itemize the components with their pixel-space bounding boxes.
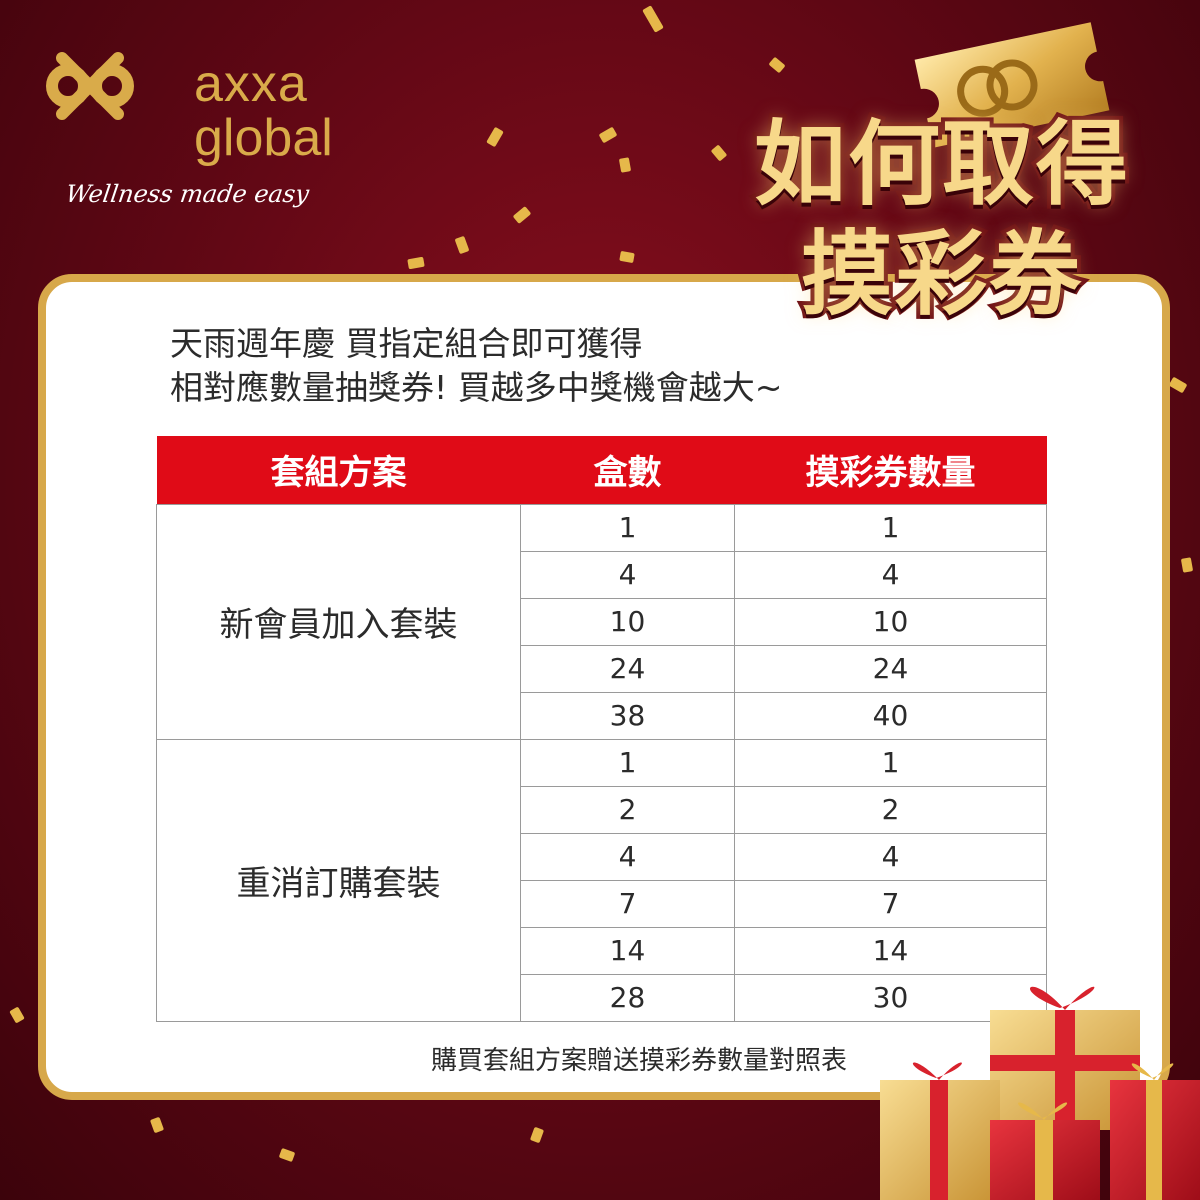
tickets-cell: 4 [734, 550, 1047, 599]
boxes-cell: 7 [520, 879, 735, 928]
tickets-cell: 1 [734, 503, 1047, 552]
table-row: 重消訂購套裝 1 1 [156, 738, 1047, 1022]
ticket-table: 套組方案 盒數 摸彩券數量 新會員加入套裝 1 1 4 4 10 10 24 2… [156, 436, 1047, 1022]
headline-line2: 摸彩券 [797, 217, 1085, 332]
boxes-cell: 1 [520, 503, 735, 552]
table-header-row: 套組方案 盒數 摸彩券數量 [156, 436, 1047, 504]
brand-name-line1: axxa [194, 55, 308, 113]
tickets-cell: 10 [734, 597, 1047, 646]
confetti [9, 1006, 25, 1024]
column-header-tickets: 摸彩券數量 [734, 436, 1047, 504]
tickets-cell: 7 [734, 879, 1047, 928]
confetti [407, 256, 425, 270]
group-name-reorder: 重消訂購套裝 [156, 738, 521, 1022]
confetti [278, 1147, 296, 1163]
brand-name-line2: global [194, 109, 333, 167]
confetti [642, 5, 664, 33]
intro-line1: 天雨週年慶 買指定組合即可獲得 [170, 324, 643, 363]
intro-text: 天雨週年慶 買指定組合即可獲得 相對應數量抽獎券! 買越多中獎機會越大~ [170, 322, 782, 410]
confetti [149, 1116, 165, 1134]
confetti [1168, 376, 1188, 394]
gift-boxes-icon [880, 986, 1200, 1200]
tickets-cell: 2 [734, 785, 1047, 834]
boxes-cell: 4 [520, 832, 735, 881]
tickets-cell: 4 [734, 832, 1047, 881]
column-header-boxes: 盒數 [520, 436, 735, 504]
confetti [486, 126, 504, 148]
confetti [619, 250, 635, 264]
brand-logo: axxa global Wellness made easy [44, 40, 344, 208]
confetti [618, 157, 632, 173]
confetti [710, 144, 728, 162]
headline: 如何取得 摸彩券 [750, 107, 1132, 332]
headline-line1: 如何取得 [750, 107, 1132, 222]
group-name-new-member: 新會員加入套裝 [156, 503, 521, 740]
boxes-cell: 1 [520, 738, 735, 787]
confetti [1180, 557, 1194, 573]
tickets-cell: 24 [734, 644, 1047, 693]
column-header-package: 套組方案 [156, 436, 521, 504]
confetti [529, 1126, 545, 1144]
confetti [454, 235, 470, 255]
confetti [768, 56, 786, 74]
brand-tagline: Wellness made easy [64, 180, 311, 208]
intro-line2: 相對應數量抽獎券! 買越多中獎機會越大~ [170, 368, 783, 407]
table-row: 新會員加入套裝 1 1 [156, 503, 1047, 740]
confetti [512, 206, 532, 224]
tickets-cell: 40 [734, 691, 1047, 740]
boxes-cell: 10 [520, 597, 735, 646]
boxes-cell: 38 [520, 691, 735, 740]
confetti [598, 126, 618, 144]
boxes-cell: 14 [520, 926, 735, 975]
interlocking-loops-logo-icon [46, 52, 134, 120]
boxes-cell: 24 [520, 644, 735, 693]
boxes-cell: 28 [520, 973, 735, 1022]
boxes-cell: 4 [520, 550, 735, 599]
tickets-cell: 1 [734, 738, 1047, 787]
boxes-cell: 2 [520, 785, 735, 834]
